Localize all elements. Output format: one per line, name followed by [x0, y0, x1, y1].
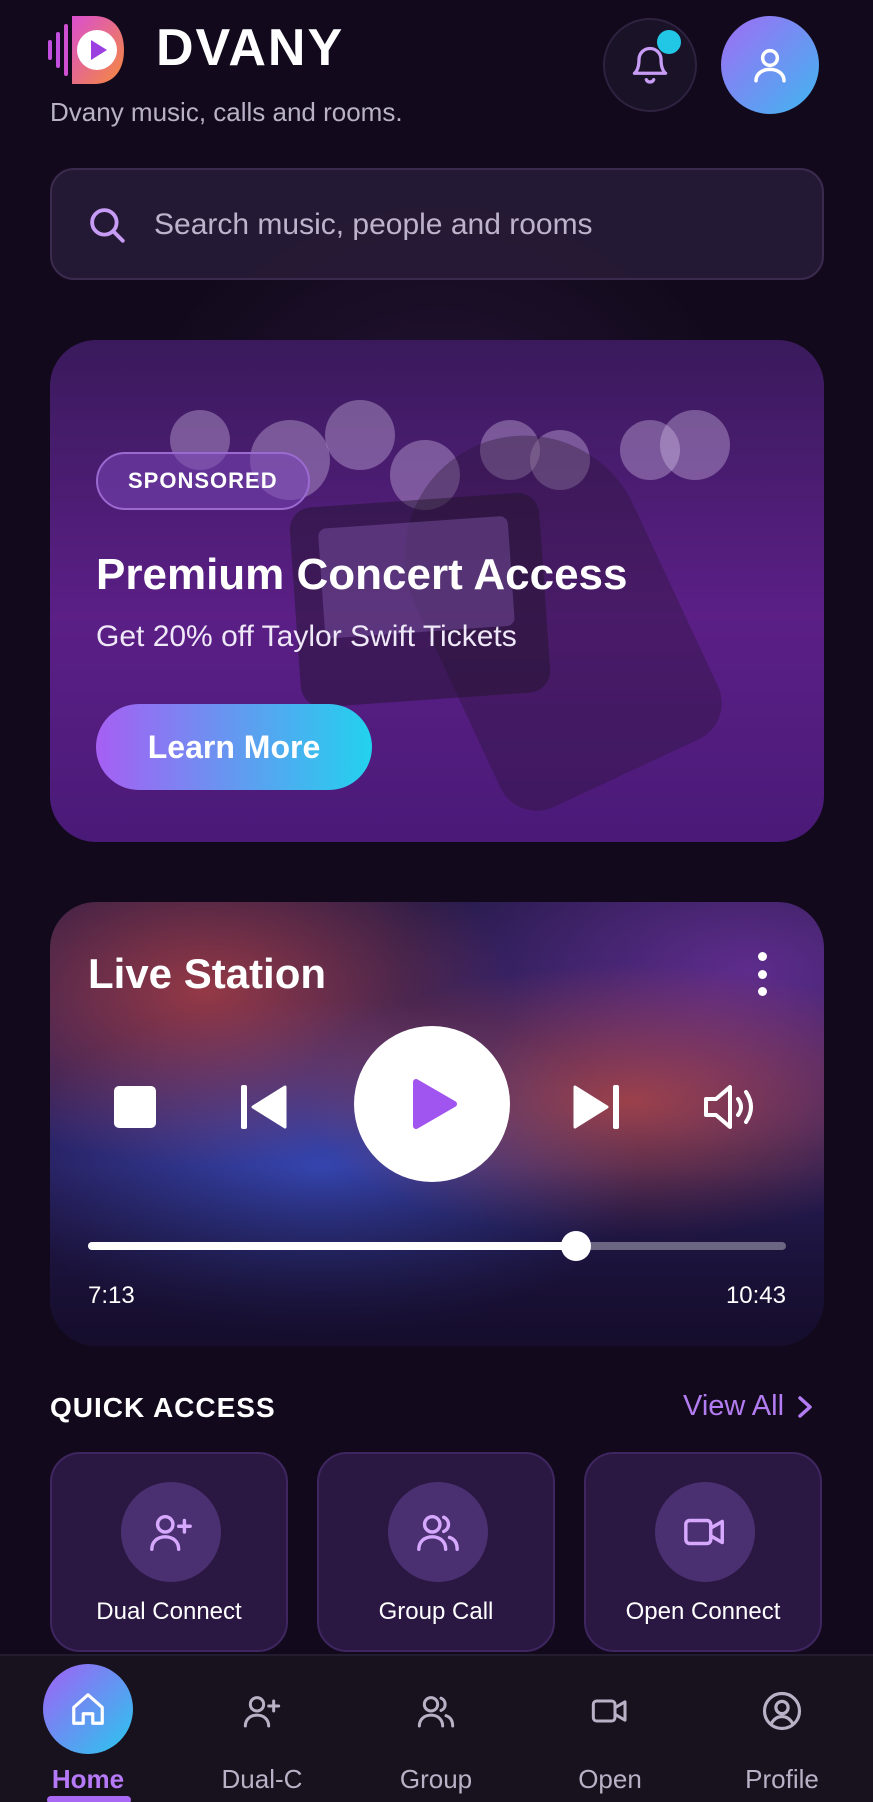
dvany-logo-icon: [48, 16, 124, 84]
users-icon: [388, 1482, 488, 1582]
bokeh-light: [325, 400, 395, 470]
player-title: Live Station: [88, 950, 327, 997]
app-header: DVANY Dvany music, calls and rooms.: [0, 0, 873, 140]
quick-access-title: QUICK ACCESS: [50, 1392, 276, 1423]
nav-label-group: Group: [399, 1764, 473, 1794]
notification-dot: [657, 30, 681, 54]
search-input[interactable]: [154, 198, 794, 252]
promo-subtitle: Get 20% off Taylor Swift Tickets: [96, 620, 517, 653]
nav-label-open: Open: [578, 1764, 642, 1794]
user-plus-icon: [121, 1482, 221, 1582]
profile-avatar-button[interactable]: [721, 16, 819, 114]
brand-name: DVANY: [156, 19, 345, 77]
view-all-label: View All: [683, 1390, 785, 1422]
profile-circle-icon: [757, 1686, 807, 1736]
nav-item-dual-c[interactable]: Dual-C: [192, 1656, 332, 1802]
tagline: Dvany music, calls and rooms.: [50, 97, 403, 127]
play-icon: [413, 1079, 457, 1129]
learn-more-button[interactable]: Learn More: [96, 704, 372, 790]
promo-title: Premium Concert Access: [96, 550, 628, 599]
player-shade: [50, 1166, 824, 1346]
chevron-right-icon: [798, 1395, 812, 1418]
active-tab-indicator: [47, 1796, 131, 1802]
nav-label-home: Home: [51, 1764, 125, 1794]
nav-item-profile[interactable]: Profile: [712, 1656, 852, 1802]
play-button[interactable]: [354, 1026, 510, 1182]
more-options-icon[interactable]: [750, 952, 774, 996]
progress-slider[interactable]: [88, 1231, 786, 1261]
quick-access-label: Open Connect: [625, 1598, 781, 1625]
user-icon: [754, 48, 786, 83]
video-icon: [655, 1482, 755, 1582]
stop-icon[interactable]: [114, 1086, 156, 1128]
nav-item-home[interactable]: Home: [18, 1656, 158, 1802]
nav-item-group[interactable]: Group: [366, 1656, 506, 1802]
user-plus-icon: [237, 1686, 287, 1736]
nav-label-dual-c: Dual-C: [221, 1764, 303, 1794]
notifications-button[interactable]: [603, 18, 697, 112]
progress-thumb[interactable]: [560, 1231, 591, 1261]
skip-next-icon[interactable]: [572, 1082, 622, 1132]
quick-access-group-call[interactable]: Group Call: [317, 1452, 555, 1652]
quick-access-open-connect[interactable]: Open Connect: [584, 1452, 822, 1652]
quick-access-dual-connect[interactable]: Dual Connect: [50, 1452, 288, 1652]
search-bar[interactable]: [50, 168, 824, 280]
nav-item-open[interactable]: Open: [540, 1656, 680, 1802]
promo-banner[interactable]: SPONSORED Premium Concert Access Get 20%…: [50, 340, 824, 842]
live-station-player: Live Station 7:13 10:43: [50, 902, 824, 1346]
sponsored-badge: SPONSORED: [96, 452, 310, 510]
quick-access-label: Dual Connect: [96, 1598, 242, 1625]
volume-icon[interactable]: [702, 1082, 760, 1132]
home-icon: [43, 1664, 133, 1754]
search-icon: [90, 208, 125, 243]
video-icon: [585, 1686, 635, 1736]
skip-previous-icon[interactable]: [238, 1082, 288, 1132]
bottom-navigation: Home Dual-C Group Open Profile: [0, 1654, 873, 1802]
progress-fill: [88, 1242, 576, 1250]
current-time: 7:13: [88, 1282, 135, 1309]
total-time: 10:43: [725, 1282, 786, 1309]
bokeh-light: [660, 410, 730, 480]
quick-access-label: Group Call: [378, 1598, 494, 1625]
users-icon: [411, 1686, 461, 1736]
phone-silhouette: [288, 491, 552, 709]
nav-label-profile: Profile: [745, 1764, 819, 1794]
view-all-link[interactable]: View All: [683, 1390, 814, 1423]
